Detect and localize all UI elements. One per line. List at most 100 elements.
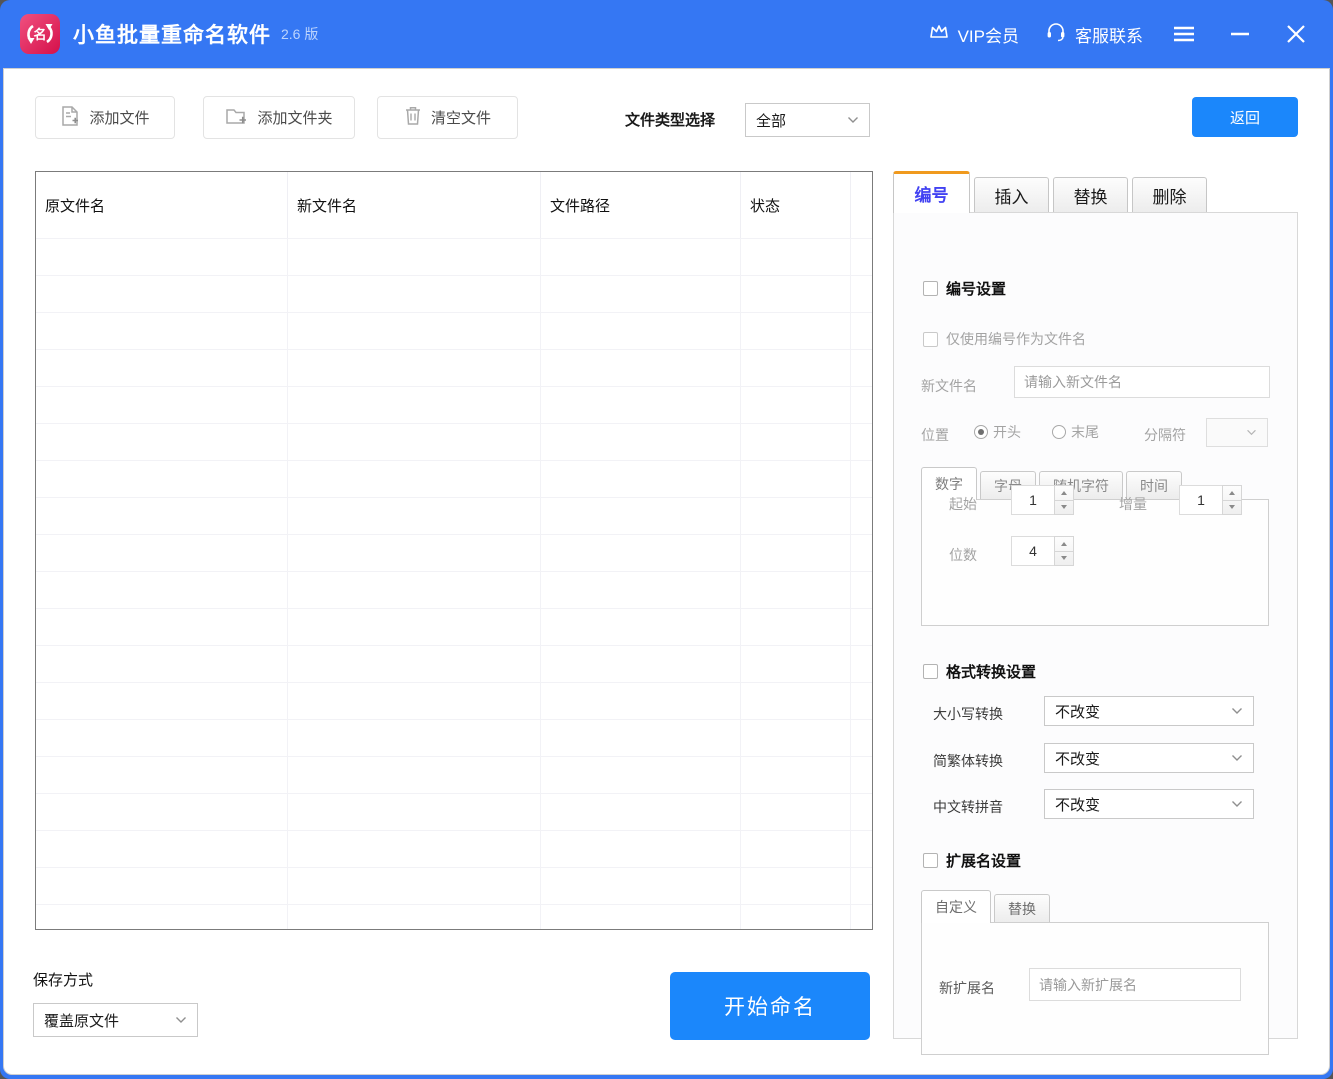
only-number-label: 仅使用编号作为文件名	[946, 329, 1086, 349]
tab-delete[interactable]: 删除	[1132, 177, 1207, 213]
app-version: 2.6 版	[281, 24, 318, 44]
app-window: 名 小鱼批量重命名软件 2.6 版 VIP会员 客服联系	[0, 0, 1333, 1079]
minimize-icon[interactable]	[1225, 19, 1255, 49]
settings-panel: 编号 插入 替换 删除 编号设置 仅使用编号作为文件名 新文件名 位置 开头	[893, 171, 1298, 1040]
chevron-down-icon	[1231, 707, 1243, 715]
support-button[interactable]: 客服联系	[1045, 21, 1143, 47]
case-convert-label: 大小写转换	[933, 704, 1003, 724]
new-ext-label: 新扩展名	[939, 978, 995, 998]
col-extra	[851, 172, 872, 238]
save-mode-value: 覆盖原文件	[44, 1010, 119, 1031]
col-original-name[interactable]: 原文件名	[36, 172, 288, 238]
subtab-ext-replace[interactable]: 替换	[994, 894, 1050, 923]
table-row	[36, 349, 872, 386]
vip-button[interactable]: VIP会员	[928, 22, 1019, 47]
add-file-label: 添加文件	[89, 107, 149, 128]
table-row	[36, 238, 872, 275]
subtab-custom[interactable]: 自定义	[921, 890, 991, 923]
col-file-path[interactable]: 文件路径	[541, 172, 741, 238]
close-icon[interactable]	[1281, 19, 1311, 49]
chevron-down-icon	[1231, 800, 1243, 808]
chevron-down-icon	[1246, 429, 1257, 436]
increment-label: 增量	[1119, 494, 1147, 514]
table-row	[36, 534, 872, 571]
new-name-input[interactable]	[1014, 366, 1270, 398]
extension-subtabs: 自定义 替换	[921, 890, 1053, 923]
file-table: 原文件名 新文件名 文件路径 状态	[35, 171, 873, 930]
pinyin-value: 不改变	[1055, 794, 1100, 815]
col-new-name[interactable]: 新文件名	[288, 172, 541, 238]
save-mode-select[interactable]: 覆盖原文件	[33, 1003, 198, 1037]
panel-tabs: 编号 插入 替换 删除	[893, 171, 1211, 213]
digits-input[interactable]	[1011, 536, 1055, 566]
file-type-value: 全部	[756, 110, 786, 131]
spin-down-icon	[1061, 556, 1067, 560]
vip-label: VIP会员	[958, 22, 1019, 47]
save-mode-label: 保存方式	[33, 969, 93, 990]
tab-insert[interactable]: 插入	[974, 177, 1049, 213]
table-row	[36, 460, 872, 497]
spin-up-icon	[1061, 491, 1067, 495]
digits-label: 位数	[949, 545, 977, 565]
tab-numbering[interactable]: 编号	[893, 171, 970, 213]
numbering-settings-label: 编号设置	[946, 278, 1006, 299]
new-ext-input[interactable]	[1029, 968, 1241, 1001]
add-file-icon	[60, 105, 80, 131]
add-folder-icon	[225, 106, 248, 130]
position-start-radio[interactable]: 开头	[974, 422, 1021, 442]
pinyin-label: 中文转拼音	[933, 797, 1003, 817]
radio-icon	[1052, 425, 1066, 439]
checkbox-icon	[923, 281, 938, 296]
increment-spinner[interactable]	[1222, 485, 1242, 515]
start-rename-button[interactable]: 开始命名	[670, 972, 870, 1040]
spin-up-icon	[1229, 491, 1235, 495]
chevron-down-icon	[175, 1016, 187, 1024]
checkbox-icon	[923, 664, 938, 679]
app-logo-icon: 名	[20, 14, 60, 54]
menu-icon[interactable]	[1169, 19, 1199, 49]
pinyin-select[interactable]: 不改变	[1044, 789, 1254, 819]
support-label: 客服联系	[1075, 22, 1143, 47]
numbering-settings-checkbox[interactable]: 编号设置	[923, 278, 1006, 299]
col-status[interactable]: 状态	[741, 172, 851, 238]
headset-icon	[1045, 21, 1067, 47]
position-label: 位置	[921, 425, 949, 445]
case-convert-select[interactable]: 不改变	[1044, 696, 1254, 726]
start-spinner[interactable]	[1054, 485, 1074, 515]
position-end-radio[interactable]: 末尾	[1052, 422, 1099, 442]
case-convert-value: 不改变	[1055, 701, 1100, 722]
new-name-label: 新文件名	[921, 376, 977, 396]
extension-settings-checkbox[interactable]: 扩展名设置	[923, 850, 1021, 871]
simplified-traditional-label: 简繁体转换	[933, 751, 1003, 771]
start-input[interactable]	[1011, 485, 1055, 515]
file-type-select[interactable]: 全部	[745, 103, 870, 137]
file-table-body	[36, 238, 872, 930]
checkbox-icon	[923, 332, 938, 347]
spin-down-icon	[1061, 505, 1067, 509]
clear-files-label: 清空文件	[431, 107, 491, 128]
clear-files-button[interactable]: 清空文件	[377, 96, 518, 139]
chevron-down-icon	[1231, 754, 1243, 762]
trash-icon	[404, 105, 422, 130]
spin-up-icon	[1061, 542, 1067, 546]
table-row	[36, 682, 872, 719]
separator-select[interactable]	[1206, 418, 1268, 447]
position-end-label: 末尾	[1071, 422, 1099, 442]
start-label: 起始	[949, 494, 977, 514]
back-button[interactable]: 返回	[1192, 97, 1298, 137]
table-row	[36, 423, 872, 460]
only-number-checkbox[interactable]: 仅使用编号作为文件名	[923, 329, 1086, 349]
simplified-traditional-select[interactable]: 不改变	[1044, 743, 1254, 773]
add-file-button[interactable]: 添加文件	[35, 96, 175, 139]
table-row	[36, 645, 872, 682]
position-start-label: 开头	[993, 422, 1021, 442]
add-folder-button[interactable]: 添加文件夹	[203, 96, 355, 139]
tab-replace[interactable]: 替换	[1053, 177, 1128, 213]
table-row	[36, 608, 872, 645]
format-settings-checkbox[interactable]: 格式转换设置	[923, 661, 1036, 682]
table-row	[36, 904, 872, 930]
increment-input[interactable]	[1179, 485, 1223, 515]
digits-spinner[interactable]	[1054, 536, 1074, 566]
table-row	[36, 497, 872, 534]
table-row	[36, 312, 872, 349]
